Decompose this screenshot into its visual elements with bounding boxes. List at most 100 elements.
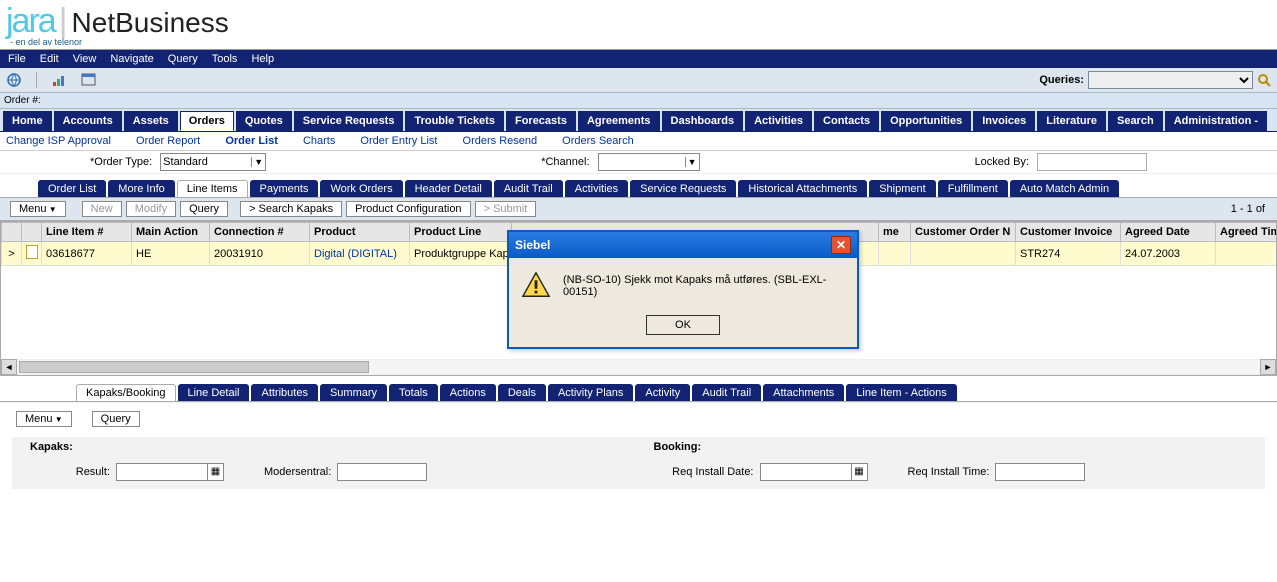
tab-agreements[interactable]: Agreements bbox=[578, 111, 660, 131]
modersentral-input[interactable] bbox=[337, 463, 427, 481]
window-icon[interactable] bbox=[81, 72, 97, 88]
tab-accounts[interactable]: Accounts bbox=[54, 111, 122, 131]
cell-product[interactable]: Digital (DIGITAL) bbox=[310, 242, 410, 266]
globe-icon[interactable] bbox=[6, 72, 22, 88]
stab-shipment[interactable]: Shipment bbox=[869, 180, 935, 197]
close-icon[interactable]: ✕ bbox=[831, 236, 851, 254]
col-icon[interactable] bbox=[22, 223, 42, 242]
stab-audit-trail[interactable]: Audit Trail bbox=[494, 180, 563, 197]
sublink-change-isp[interactable]: Change ISP Approval bbox=[6, 135, 111, 147]
chevron-down-icon[interactable]: ▼ bbox=[685, 157, 699, 167]
order-type-combo[interactable]: ▼ bbox=[160, 153, 266, 171]
picker-icon[interactable]: ▦ bbox=[207, 464, 223, 480]
cell-product-line[interactable]: Produktgruppe Kapa bbox=[410, 242, 512, 266]
scroll-track[interactable] bbox=[17, 360, 1260, 374]
cell-agreed-time[interactable] bbox=[1216, 242, 1277, 266]
stab-fulfillment[interactable]: Fulfillment bbox=[938, 180, 1008, 197]
col-line-item[interactable]: Line Item # bbox=[42, 223, 132, 242]
ok-button[interactable]: OK bbox=[646, 315, 720, 335]
new-button[interactable]: New bbox=[82, 201, 122, 217]
tab-search[interactable]: Search bbox=[1108, 111, 1163, 131]
stab-service-requests[interactable]: Service Requests bbox=[630, 180, 736, 197]
tab-contacts[interactable]: Contacts bbox=[814, 111, 879, 131]
cell-customer-invoice[interactable]: STR274 bbox=[1016, 242, 1121, 266]
ltab-activity-plans[interactable]: Activity Plans bbox=[548, 384, 633, 401]
cell-customer-order[interactable] bbox=[911, 242, 1016, 266]
stab-order-list[interactable]: Order List bbox=[38, 180, 106, 197]
channel-input[interactable] bbox=[599, 154, 685, 170]
tab-invoices[interactable]: Invoices bbox=[973, 111, 1035, 131]
scroll-thumb[interactable] bbox=[19, 361, 369, 373]
col-connection[interactable]: Connection # bbox=[210, 223, 310, 242]
sublink-order-report[interactable]: Order Report bbox=[136, 135, 200, 147]
cell-line-item[interactable]: 03618677 bbox=[42, 242, 132, 266]
product-configuration-button[interactable]: Product Configuration bbox=[346, 201, 470, 217]
col-product[interactable]: Product bbox=[310, 223, 410, 242]
col-customer-order[interactable]: Customer Order N bbox=[911, 223, 1016, 242]
col-me[interactable]: me bbox=[879, 223, 911, 242]
stab-payments[interactable]: Payments bbox=[250, 180, 319, 197]
ltab-attributes[interactable]: Attributes bbox=[251, 384, 317, 401]
menu-edit[interactable]: Edit bbox=[40, 53, 59, 65]
sublink-charts[interactable]: Charts bbox=[303, 135, 335, 147]
ltab-kapaks-booking[interactable]: Kapaks/Booking bbox=[76, 384, 176, 401]
sublink-order-entry-list[interactable]: Order Entry List bbox=[360, 135, 437, 147]
sublink-orders-search[interactable]: Orders Search bbox=[562, 135, 634, 147]
col-indicator[interactable] bbox=[2, 223, 22, 242]
stab-header-detail[interactable]: Header Detail bbox=[405, 180, 492, 197]
stab-auto-match-admin[interactable]: Auto Match Admin bbox=[1010, 180, 1119, 197]
tab-forecasts[interactable]: Forecasts bbox=[506, 111, 576, 131]
query-button[interactable]: Query bbox=[180, 201, 228, 217]
tab-literature[interactable]: Literature bbox=[1037, 111, 1106, 131]
dialog-titlebar[interactable]: Siebel ✕ bbox=[509, 232, 857, 258]
submit-button[interactable]: > Submit bbox=[475, 201, 537, 217]
horizontal-scrollbar[interactable]: ◄ ► bbox=[1, 359, 1276, 375]
modify-button[interactable]: Modify bbox=[126, 201, 176, 217]
menu-query[interactable]: Query bbox=[168, 53, 198, 65]
ltab-summary[interactable]: Summary bbox=[320, 384, 387, 401]
stab-line-items[interactable]: Line Items bbox=[177, 180, 248, 197]
cell-me[interactable] bbox=[879, 242, 911, 266]
queries-select[interactable] bbox=[1088, 71, 1253, 89]
stab-activities[interactable]: Activities bbox=[565, 180, 628, 197]
order-type-input[interactable] bbox=[161, 154, 251, 170]
lower-query-button[interactable]: Query bbox=[92, 411, 140, 427]
ltab-deals[interactable]: Deals bbox=[498, 384, 546, 401]
scroll-right-icon[interactable]: ► bbox=[1260, 359, 1276, 375]
search-icon[interactable] bbox=[1257, 73, 1271, 87]
stab-more-info[interactable]: More Info bbox=[108, 180, 174, 197]
locked-by-input[interactable] bbox=[1037, 153, 1147, 171]
result-input[interactable] bbox=[117, 464, 207, 480]
ltab-line-detail[interactable]: Line Detail bbox=[178, 384, 250, 401]
ltab-attachments[interactable]: Attachments bbox=[763, 384, 844, 401]
ltab-activity[interactable]: Activity bbox=[635, 384, 690, 401]
sublink-orders-resend[interactable]: Orders Resend bbox=[463, 135, 538, 147]
tab-activities[interactable]: Activities bbox=[745, 111, 812, 131]
cell-main-action[interactable]: HE bbox=[132, 242, 210, 266]
row-doc-icon[interactable] bbox=[22, 242, 42, 266]
channel-combo[interactable]: ▼ bbox=[598, 153, 700, 171]
result-field[interactable]: ▦ bbox=[116, 463, 224, 481]
calendar-icon[interactable]: ▦ bbox=[851, 464, 867, 480]
menu-tools[interactable]: Tools bbox=[212, 53, 238, 65]
ltab-line-item-actions[interactable]: Line Item - Actions bbox=[846, 384, 957, 401]
search-kapaks-button[interactable]: > Search Kapaks bbox=[240, 201, 342, 217]
stab-work-orders[interactable]: Work Orders bbox=[320, 180, 402, 197]
chevron-down-icon[interactable]: ▼ bbox=[251, 157, 265, 167]
menu-file[interactable]: File bbox=[8, 53, 26, 65]
tab-service-requests[interactable]: Service Requests bbox=[294, 111, 404, 131]
col-product-line[interactable]: Product Line bbox=[410, 223, 512, 242]
col-agreed-date[interactable]: Agreed Date bbox=[1121, 223, 1216, 242]
report-icon[interactable] bbox=[51, 72, 67, 88]
stab-historical-attachments[interactable]: Historical Attachments bbox=[738, 180, 867, 197]
menu-help[interactable]: Help bbox=[251, 53, 274, 65]
col-customer-invoice[interactable]: Customer Invoice bbox=[1016, 223, 1121, 242]
lower-menu-button[interactable]: Menu bbox=[16, 411, 72, 427]
menu-view[interactable]: View bbox=[73, 53, 97, 65]
tab-orders[interactable]: Orders bbox=[180, 111, 234, 131]
sublink-order-list[interactable]: Order List bbox=[225, 135, 278, 147]
tab-trouble-tickets[interactable]: Trouble Tickets bbox=[405, 111, 504, 131]
scroll-left-icon[interactable]: ◄ bbox=[1, 359, 17, 375]
menu-navigate[interactable]: Navigate bbox=[110, 53, 153, 65]
col-agreed-time[interactable]: Agreed Time bbox=[1216, 223, 1277, 242]
